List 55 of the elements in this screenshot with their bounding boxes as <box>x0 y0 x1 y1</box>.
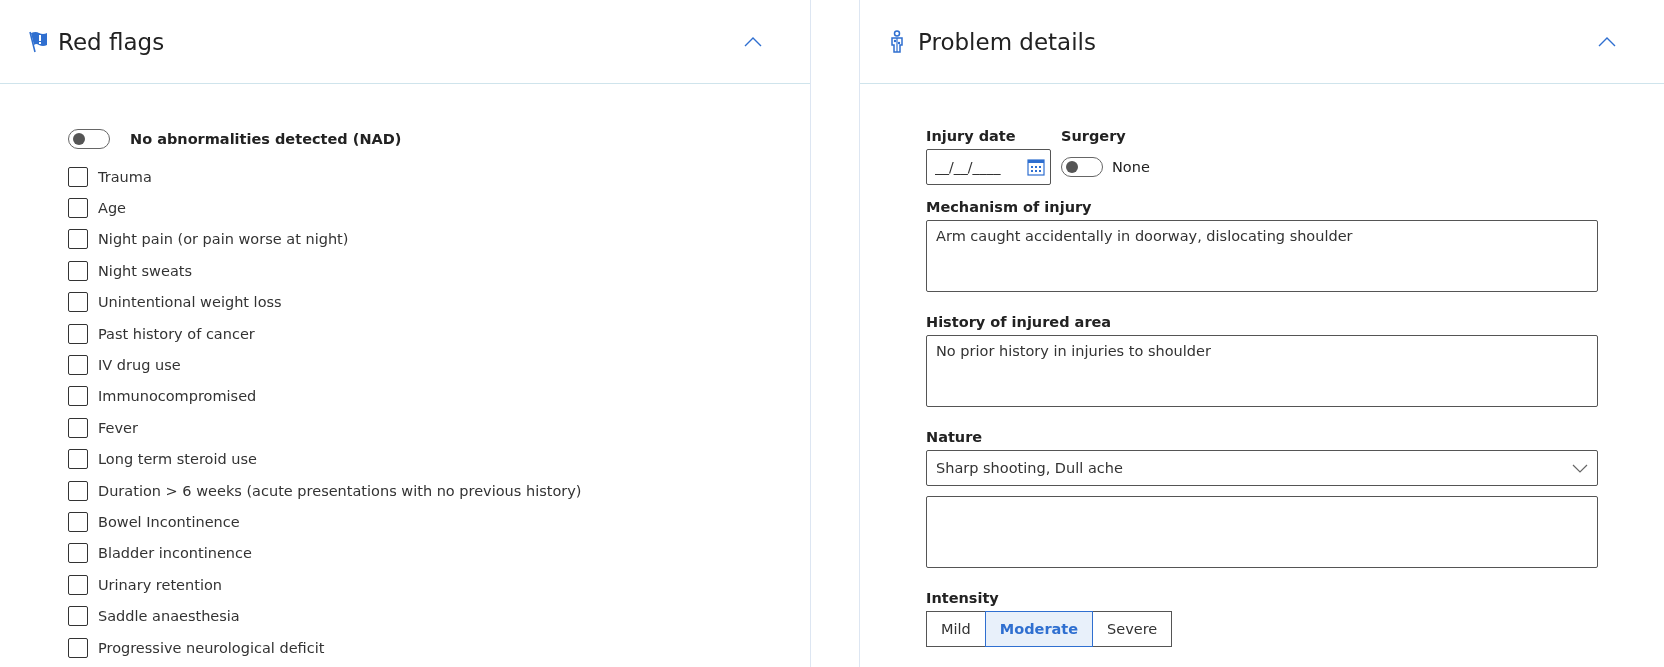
checkbox[interactable] <box>68 449 88 470</box>
checkbox[interactable] <box>68 637 88 658</box>
checkbox-label: Night pain (or pain worse at night) <box>98 231 349 248</box>
field-label: Injury date <box>926 128 1017 144</box>
checkbox-label: Duration > 6 weeks (acute presentations with no previous history) <box>98 482 582 499</box>
checkbox[interactable] <box>68 323 88 344</box>
chevron-down-icon <box>1572 463 1588 473</box>
field-label: Nature <box>926 429 984 445</box>
checkbox-label: Past history of cancer <box>98 325 255 342</box>
checkbox-label: Urinary retention <box>98 576 222 593</box>
section-title: Red flags <box>58 28 166 55</box>
field-label: History of injured area <box>926 314 1113 330</box>
date-field[interactable]: __/__/____ <box>926 149 1051 185</box>
segment-button[interactable]: Moderate <box>984 611 1094 647</box>
checkbox-label: Night sweats <box>98 262 193 279</box>
checkbox-label: IV drug use <box>98 357 181 374</box>
toggle-label: None <box>1112 159 1150 175</box>
checkbox[interactable] <box>68 480 88 501</box>
checkbox[interactable] <box>68 260 88 281</box>
toggle-switch[interactable] <box>68 129 110 149</box>
checkbox-label: Unintentional weight loss <box>98 294 282 311</box>
section-title: Problem details <box>918 28 1097 55</box>
checkbox-label: Saddle anaesthesia <box>98 608 240 625</box>
checkbox-label: Bowel Incontinence <box>98 514 240 530</box>
checkbox-label: Fever <box>98 419 138 436</box>
segment-button[interactable]: Mild <box>926 611 986 647</box>
segment-button[interactable]: Severe <box>1092 611 1173 647</box>
checkbox[interactable] <box>68 574 88 595</box>
text-area[interactable]: Arm caught accidentally in doorway, dislocating shoulder <box>926 220 1598 292</box>
checkbox[interactable] <box>68 386 88 407</box>
checkbox[interactable] <box>68 355 88 376</box>
checkbox-label: Progressive neurological deficit <box>98 639 325 656</box>
checkbox[interactable] <box>68 292 88 313</box>
toggle-label: No abnormalities detected (NAD) <box>130 131 402 147</box>
text-area[interactable]: No prior history in injuries to shoulder <box>926 335 1598 407</box>
flag-icon <box>26 29 48 54</box>
checkbox-label: Long term steroid use <box>98 451 257 468</box>
text-area[interactable] <box>926 496 1598 568</box>
checkbox-label: Trauma <box>98 168 152 185</box>
checkbox[interactable] <box>68 166 88 187</box>
checkbox-label: Bladder incontinence <box>98 545 252 562</box>
checkbox-label: Immunocompromised <box>98 388 257 405</box>
checkbox[interactable] <box>68 229 88 250</box>
dropdown[interactable]: Sharp shooting, Dull ache <box>926 450 1598 486</box>
checkbox[interactable] <box>68 198 88 219</box>
checkbox-label: Age <box>98 200 127 217</box>
toggle-switch[interactable] <box>1061 157 1103 177</box>
checkbox[interactable] <box>68 606 88 627</box>
field-label: Surgery <box>1061 128 1127 144</box>
checkbox[interactable] <box>68 417 88 438</box>
checkbox[interactable] <box>68 512 88 532</box>
checkbox[interactable] <box>68 543 88 564</box>
field-label: Mechanism of injury <box>926 199 1093 215</box>
field-label: Intensity <box>926 590 1000 606</box>
calendar-icon[interactable] <box>1027 158 1045 176</box>
